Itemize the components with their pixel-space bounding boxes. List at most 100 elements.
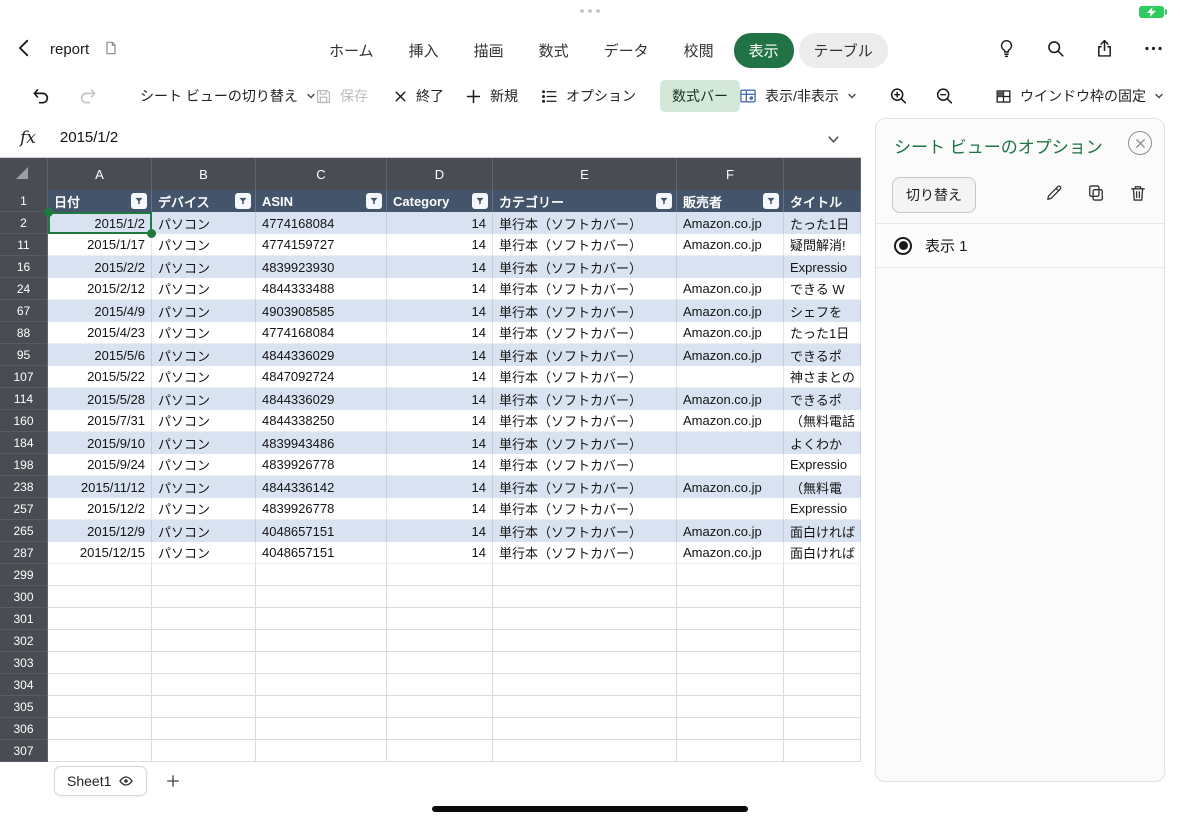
row-header-303[interactable]: 303 <box>0 652 48 674</box>
cell[interactable]: 14 <box>387 366 493 388</box>
panel-close-button[interactable] <box>1128 131 1152 155</box>
cell[interactable]: 2015/7/31 <box>48 410 152 432</box>
cell[interactable] <box>784 740 861 762</box>
cell[interactable] <box>152 630 256 652</box>
cell[interactable]: 4844336029 <box>256 344 387 366</box>
cell[interactable] <box>677 564 784 586</box>
cell[interactable]: 2015/9/24 <box>48 454 152 476</box>
cell[interactable]: Amazon.co.jp <box>677 344 784 366</box>
row-header-302[interactable]: 302 <box>0 630 48 652</box>
view-item[interactable]: 表示 1 <box>876 223 1164 268</box>
cell[interactable] <box>48 586 152 608</box>
cell[interactable] <box>493 652 677 674</box>
formula-value[interactable]: 2015/1/2 <box>60 129 118 146</box>
cell[interactable] <box>387 608 493 630</box>
row-header-300[interactable]: 300 <box>0 586 48 608</box>
cell[interactable] <box>48 630 152 652</box>
row-header-160[interactable]: 160 <box>0 410 48 432</box>
row-header-184[interactable]: 184 <box>0 432 48 454</box>
cell[interactable]: Amazon.co.jp <box>677 300 784 322</box>
show-hide-button[interactable]: 表示/非表示 <box>738 86 858 106</box>
row-header-238[interactable]: 238 <box>0 476 48 498</box>
cell[interactable]: 2015/4/9 <box>48 300 152 322</box>
cell[interactable] <box>677 432 784 454</box>
cell[interactable]: 単行本（ソフトカバー） <box>493 234 677 256</box>
redo-button[interactable] <box>78 86 99 107</box>
cell[interactable]: 単行本（ソフトカバー） <box>493 344 677 366</box>
cell[interactable] <box>256 696 387 718</box>
table-header-cell[interactable]: デバイス <box>152 190 256 212</box>
cell[interactable]: パソコン <box>152 388 256 410</box>
cell[interactable]: パソコン <box>152 256 256 278</box>
cell[interactable]: できるポ <box>784 388 861 410</box>
row-header-1[interactable]: 1 <box>0 190 48 212</box>
cell[interactable]: 4847092724 <box>256 366 387 388</box>
cell[interactable] <box>152 696 256 718</box>
cell[interactable] <box>387 564 493 586</box>
cell[interactable]: パソコン <box>152 300 256 322</box>
cell[interactable] <box>256 630 387 652</box>
column-header-A[interactable]: A <box>48 158 152 190</box>
cell[interactable]: たった1日 <box>784 212 861 234</box>
cell[interactable] <box>256 586 387 608</box>
cell[interactable]: 4774159727 <box>256 234 387 256</box>
column-header-col6[interactable] <box>784 158 861 190</box>
new-button[interactable]: 新規 <box>464 86 518 106</box>
cell[interactable]: 面白ければ <box>784 520 861 542</box>
cell[interactable]: 2015/9/10 <box>48 432 152 454</box>
home-indicator[interactable] <box>432 806 748 812</box>
cell[interactable] <box>256 740 387 762</box>
cell[interactable]: 4048657151 <box>256 542 387 564</box>
cell[interactable]: 2015/5/28 <box>48 388 152 410</box>
cell[interactable]: 2015/12/15 <box>48 542 152 564</box>
table-header-cell[interactable]: 日付 <box>48 190 152 212</box>
cell[interactable]: 2015/2/12 <box>48 278 152 300</box>
row-header-299[interactable]: 299 <box>0 564 48 586</box>
cell[interactable]: 単行本（ソフトカバー） <box>493 388 677 410</box>
filter-button[interactable] <box>235 193 251 209</box>
row-header-24[interactable]: 24 <box>0 278 48 300</box>
cell[interactable] <box>387 674 493 696</box>
cell[interactable]: 単行本（ソフトカバー） <box>493 432 677 454</box>
cell[interactable]: 14 <box>387 234 493 256</box>
cell[interactable] <box>387 630 493 652</box>
cell[interactable]: 面白ければ <box>784 542 861 564</box>
cell[interactable] <box>784 718 861 740</box>
tab-insert[interactable]: 挿入 <box>394 33 454 68</box>
cell[interactable]: パソコン <box>152 454 256 476</box>
cell[interactable] <box>784 696 861 718</box>
cell[interactable]: 14 <box>387 300 493 322</box>
tab-formulas[interactable]: 数式 <box>524 33 584 68</box>
cell[interactable] <box>48 564 152 586</box>
cell[interactable] <box>677 256 784 278</box>
cell[interactable] <box>152 718 256 740</box>
delete-view-button[interactable] <box>1126 181 1150 205</box>
cell[interactable]: 単行本（ソフトカバー） <box>493 410 677 432</box>
cell[interactable] <box>152 564 256 586</box>
cell[interactable] <box>677 454 784 476</box>
cell[interactable]: Expressio <box>784 454 861 476</box>
column-header-F[interactable]: F <box>677 158 784 190</box>
tab-home[interactable]: ホーム <box>314 33 389 68</box>
cell[interactable]: Amazon.co.jp <box>677 388 784 410</box>
formula-bar-expand-button[interactable] <box>824 130 843 149</box>
row-header-114[interactable]: 114 <box>0 388 48 410</box>
filter-button[interactable] <box>656 193 672 209</box>
cell[interactable]: 4839923930 <box>256 256 387 278</box>
cell[interactable]: （無料電 <box>784 476 861 498</box>
cell[interactable]: 単行本（ソフトカバー） <box>493 366 677 388</box>
tab-data[interactable]: データ <box>589 33 664 68</box>
row-header-88[interactable]: 88 <box>0 322 48 344</box>
cell[interactable] <box>48 652 152 674</box>
cell[interactable] <box>152 586 256 608</box>
sheet-tab-sheet1[interactable]: Sheet1 <box>54 766 148 796</box>
cell[interactable] <box>784 564 861 586</box>
add-sheet-button[interactable] <box>162 770 184 792</box>
cell[interactable] <box>387 652 493 674</box>
cell[interactable] <box>784 608 861 630</box>
cell[interactable] <box>784 630 861 652</box>
more-button[interactable] <box>1141 36 1166 61</box>
cell[interactable] <box>387 740 493 762</box>
column-header-E[interactable]: E <box>493 158 677 190</box>
cell[interactable]: 単行本（ソフトカバー） <box>493 476 677 498</box>
